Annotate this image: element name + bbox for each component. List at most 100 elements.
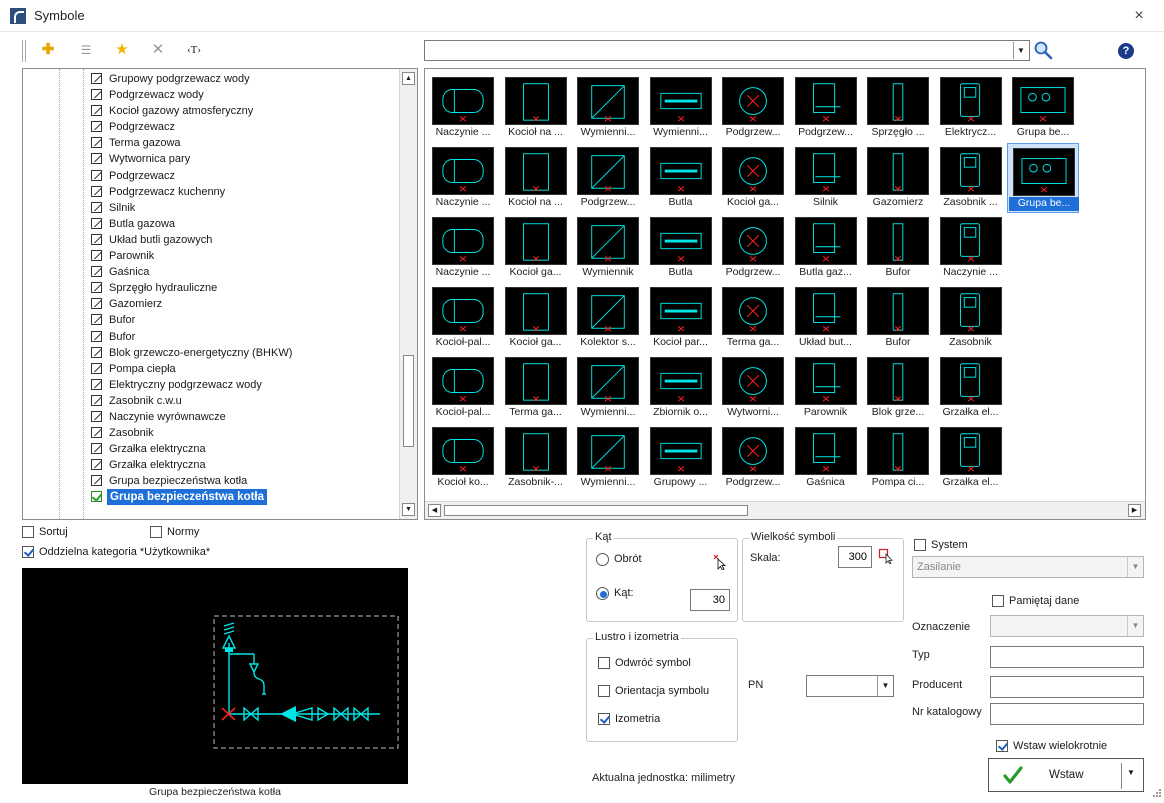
tree-item[interactable]: Silnik bbox=[23, 200, 397, 216]
scale-value[interactable] bbox=[839, 547, 871, 567]
symbol-item[interactable]: Parownik bbox=[790, 353, 862, 423]
symbol-item[interactable]: Wymienni... bbox=[645, 73, 717, 143]
insert-button[interactable]: Wstaw ▼ bbox=[988, 758, 1144, 792]
producer-input-field[interactable] bbox=[991, 677, 1143, 697]
remember-data-checkbox[interactable]: Pamiętaj dane bbox=[992, 594, 1079, 609]
tree-item[interactable]: Grupa bezpieczeństwa kotła bbox=[23, 473, 397, 489]
orientation-checkbox[interactable]: Orientacja symbolu bbox=[598, 684, 709, 699]
symbol-item[interactable]: Elektrycz... bbox=[935, 73, 1007, 143]
chevron-down-icon[interactable]: ▼ bbox=[1127, 616, 1143, 636]
catalog-number-input-field[interactable] bbox=[991, 704, 1143, 724]
symbol-item[interactable]: Silnik bbox=[790, 143, 862, 213]
symbol-item[interactable]: Wymienni... bbox=[572, 73, 644, 143]
angle-value[interactable] bbox=[691, 590, 729, 610]
symbol-item[interactable]: Naczynie ... bbox=[935, 213, 1007, 283]
symbol-item[interactable]: Kolektor s... bbox=[572, 283, 644, 353]
symbol-item[interactable]: Kocioł na ... bbox=[500, 143, 572, 213]
text-tool-icon[interactable]: ‹T› bbox=[182, 38, 206, 62]
symbol-item[interactable]: Terma ga... bbox=[500, 353, 572, 423]
symbol-item[interactable]: Blok grze... bbox=[862, 353, 934, 423]
chevron-down-icon[interactable]: ▼ bbox=[1127, 557, 1143, 577]
symbol-item[interactable]: Butla bbox=[645, 143, 717, 213]
symbol-item[interactable]: Kocioł ko... bbox=[427, 423, 499, 493]
tree-item[interactable]: Podgrzewacz bbox=[23, 119, 397, 135]
symbol-item[interactable]: Zasobnik bbox=[935, 283, 1007, 353]
scroll-thumb[interactable] bbox=[444, 505, 748, 516]
angle-input[interactable] bbox=[690, 589, 730, 611]
symbol-item[interactable]: Butla gaz... bbox=[790, 213, 862, 283]
angle-radio[interactable]: Kąt: bbox=[596, 586, 634, 601]
chevron-down-icon[interactable]: ▼ bbox=[877, 676, 893, 696]
search-icon[interactable] bbox=[1032, 39, 1054, 61]
symbol-item[interactable]: Kocioł-pal... bbox=[427, 353, 499, 423]
symbol-item[interactable]: Pompa ci... bbox=[862, 423, 934, 493]
tree-item[interactable]: Pompa ciepła bbox=[23, 361, 397, 377]
system-combo[interactable]: Zasilanie ▼ bbox=[912, 556, 1144, 578]
scale-input[interactable] bbox=[838, 546, 872, 568]
symbol-item[interactable]: Kocioł na ... bbox=[500, 73, 572, 143]
symbol-item[interactable]: Kocioł ga... bbox=[500, 213, 572, 283]
symbol-item[interactable]: Wymienni... bbox=[572, 423, 644, 493]
help-icon[interactable]: ? bbox=[1118, 43, 1134, 59]
symbol-item[interactable]: Kocioł ga... bbox=[500, 283, 572, 353]
tree-item[interactable]: Grupowy podgrzewacz wody bbox=[23, 71, 397, 87]
scroll-down-button[interactable]: ▼ bbox=[402, 503, 415, 516]
symbol-item[interactable]: Podgrzew... bbox=[717, 213, 789, 283]
tree-item[interactable]: Grupa bezpieczeństwa kotła bbox=[23, 489, 397, 506]
symbol-item[interactable]: Zbiornik o... bbox=[645, 353, 717, 423]
pn-combo[interactable]: ▼ bbox=[806, 675, 894, 697]
resize-grip-icon[interactable] bbox=[1150, 788, 1162, 800]
symbol-item[interactable]: Wytworni... bbox=[717, 353, 789, 423]
norms-checkbox[interactable]: Normy bbox=[150, 525, 199, 540]
edit-icon[interactable]: ☰ bbox=[74, 38, 98, 62]
scroll-left-button[interactable]: ◀ bbox=[428, 504, 441, 517]
flip-symbol-checkbox[interactable]: Odwróć symbol bbox=[598, 656, 691, 671]
symbol-item[interactable]: Gaśnica bbox=[790, 423, 862, 493]
search-dropdown-button[interactable]: ▼ bbox=[1013, 42, 1028, 59]
symbol-item[interactable]: Kocioł par... bbox=[645, 283, 717, 353]
system-checkbox[interactable]: System bbox=[914, 538, 968, 553]
insert-multiple-checkbox[interactable]: Wstaw wielokrotnie bbox=[996, 739, 1107, 754]
symbol-item[interactable]: Terma ga... bbox=[717, 283, 789, 353]
add-icon[interactable]: ✚ bbox=[36, 38, 60, 62]
symbol-item[interactable]: Kocioł ga... bbox=[717, 143, 789, 213]
tree-item[interactable]: Grzałka elektryczna bbox=[23, 441, 397, 457]
close-button[interactable]: × bbox=[1128, 6, 1150, 26]
tree-item[interactable]: Parownik bbox=[23, 248, 397, 264]
symbol-item[interactable]: Podgrzew... bbox=[572, 143, 644, 213]
search-combo[interactable]: ▼ bbox=[424, 40, 1030, 61]
tree-item[interactable]: Terma gazowa bbox=[23, 135, 397, 151]
tree-scrollbar[interactable]: ▲ ▼ bbox=[399, 69, 417, 519]
catalog-number-input[interactable] bbox=[990, 703, 1144, 725]
symbol-item[interactable]: Bufor bbox=[862, 283, 934, 353]
symbol-item[interactable]: Grupa be... bbox=[1007, 143, 1079, 213]
symbol-item[interactable]: Gazomierz bbox=[862, 143, 934, 213]
sort-checkbox[interactable]: Sortuj bbox=[22, 525, 68, 540]
tree-item[interactable]: Grzałka elektryczna bbox=[23, 457, 397, 473]
tree-item[interactable]: Podgrzewacz kuchenny bbox=[23, 184, 397, 200]
tree-item[interactable]: Gazomierz bbox=[23, 296, 397, 312]
symbol-item[interactable]: Zasobnik-... bbox=[500, 423, 572, 493]
tree-item[interactable]: Butla gazowa bbox=[23, 216, 397, 232]
symbol-item[interactable]: Naczynie ... bbox=[427, 213, 499, 283]
tree-item[interactable]: Podgrzewacz bbox=[23, 168, 397, 184]
isometry-checkbox[interactable]: Izometria bbox=[598, 712, 660, 727]
search-input[interactable] bbox=[425, 41, 1011, 60]
tree-item[interactable]: Bufor bbox=[23, 329, 397, 345]
tree-item[interactable]: Blok grzewczo-energetyczny (BHKW) bbox=[23, 345, 397, 361]
symbol-item[interactable]: Grzałka el... bbox=[935, 353, 1007, 423]
symbol-item[interactable]: Butla bbox=[645, 213, 717, 283]
symbol-item[interactable]: Naczynie ... bbox=[427, 143, 499, 213]
grid-scrollbar[interactable]: ◀ ▶ bbox=[425, 501, 1145, 519]
symbol-item[interactable]: Wymiennik bbox=[572, 213, 644, 283]
symbol-item[interactable]: Grzałka el... bbox=[935, 423, 1007, 493]
star-icon[interactable]: ★ bbox=[110, 38, 134, 62]
tree-item[interactable]: Podgrzewacz wody bbox=[23, 87, 397, 103]
chevron-down-icon[interactable]: ▼ bbox=[1127, 768, 1135, 777]
scroll-right-button[interactable]: ▶ bbox=[1128, 504, 1141, 517]
symbol-item[interactable]: Układ but... bbox=[790, 283, 862, 353]
symbol-item[interactable]: Bufor bbox=[862, 213, 934, 283]
pick-scale-icon[interactable] bbox=[878, 548, 894, 565]
tree-item[interactable]: Wytwornica pary bbox=[23, 151, 397, 167]
tree-item[interactable]: Zasobnik c.w.u bbox=[23, 393, 397, 409]
